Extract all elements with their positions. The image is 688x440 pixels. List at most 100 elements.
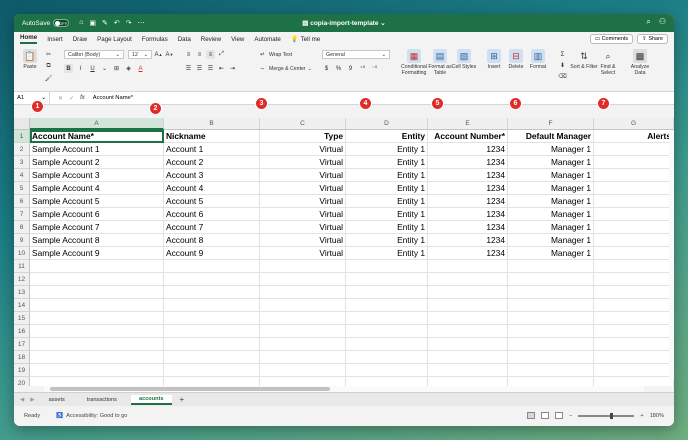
- autosave-toggle[interactable]: OFF: [53, 19, 70, 27]
- table-cell[interactable]: [260, 377, 346, 386]
- zoom-level[interactable]: 180%: [650, 413, 664, 419]
- table-cell[interactable]: [428, 260, 508, 273]
- table-cell[interactable]: [508, 351, 594, 364]
- font-color-icon[interactable]: A: [136, 64, 145, 73]
- comma-style-icon[interactable]: 9: [346, 64, 355, 73]
- function-icon[interactable]: fx: [80, 95, 85, 102]
- table-cell[interactable]: [164, 377, 260, 386]
- increase-decimal-icon[interactable]: ⁺⁰: [358, 64, 367, 73]
- table-cell[interactable]: [594, 208, 674, 221]
- table-cell[interactable]: [260, 273, 346, 286]
- row-header[interactable]: 16: [14, 325, 30, 338]
- table-cell[interactable]: 1234: [428, 234, 508, 247]
- table-cell[interactable]: Manager 1: [508, 195, 594, 208]
- table-cell[interactable]: Sample Account 2: [30, 156, 164, 169]
- increase-indent-icon[interactable]: ⇥: [228, 64, 237, 73]
- tab-automate[interactable]: Automate: [254, 36, 280, 43]
- zoom-slider-knob[interactable]: [610, 412, 614, 419]
- bold-icon[interactable]: B: [64, 64, 73, 73]
- table-cell[interactable]: [594, 143, 674, 156]
- find-select-button[interactable]: ⌕ Find & Select: [594, 49, 622, 77]
- header-cell[interactable]: Default Manager: [508, 130, 594, 143]
- sheet-tab-assets[interactable]: assets: [41, 396, 73, 404]
- table-cell[interactable]: Account 8: [164, 234, 260, 247]
- format-painter-icon[interactable]: 🖌: [44, 74, 53, 83]
- table-cell[interactable]: [508, 338, 594, 351]
- align-bottom-icon[interactable]: ≡: [206, 50, 215, 59]
- table-cell[interactable]: [594, 182, 674, 195]
- save-icon[interactable]: ▣: [89, 19, 96, 27]
- row-header[interactable]: 3: [14, 156, 30, 169]
- table-cell[interactable]: Entity 1: [346, 143, 428, 156]
- prev-sheet-icon[interactable]: ◀: [20, 397, 24, 403]
- table-cell[interactable]: [164, 338, 260, 351]
- align-left-icon[interactable]: ☰: [184, 64, 193, 73]
- table-cell[interactable]: 1234: [428, 143, 508, 156]
- table-cell[interactable]: [428, 273, 508, 286]
- table-cell[interactable]: [346, 351, 428, 364]
- table-cell[interactable]: 1234: [428, 156, 508, 169]
- table-cell[interactable]: 1234: [428, 221, 508, 234]
- table-cell[interactable]: [164, 286, 260, 299]
- row-header[interactable]: 13: [14, 286, 30, 299]
- header-cell[interactable]: Account Number*: [428, 130, 508, 143]
- table-cell[interactable]: Virtual: [260, 182, 346, 195]
- table-cell[interactable]: Virtual: [260, 195, 346, 208]
- table-cell[interactable]: [594, 286, 674, 299]
- table-cell[interactable]: [508, 377, 594, 386]
- italic-icon[interactable]: I: [76, 64, 85, 73]
- comments-button[interactable]: ▭ Comments: [589, 34, 634, 44]
- table-cell[interactable]: [594, 351, 674, 364]
- table-cell[interactable]: [30, 260, 164, 273]
- row-header[interactable]: 4: [14, 169, 30, 182]
- tab-page-layout[interactable]: Page Layout: [97, 36, 132, 43]
- table-cell[interactable]: Manager 1: [508, 247, 594, 260]
- tab-home[interactable]: Home: [20, 34, 38, 44]
- table-cell[interactable]: [260, 364, 346, 377]
- row-header[interactable]: 1: [14, 130, 30, 143]
- table-cell[interactable]: [508, 273, 594, 286]
- header-cell[interactable]: Entity: [346, 130, 428, 143]
- fill-color-icon[interactable]: ◈: [124, 64, 133, 73]
- row-header[interactable]: 14: [14, 299, 30, 312]
- table-cell[interactable]: [260, 325, 346, 338]
- tab-insert[interactable]: Insert: [47, 36, 62, 43]
- table-cell[interactable]: [594, 234, 674, 247]
- table-cell[interactable]: [428, 299, 508, 312]
- font-name-select[interactable]: Calibri (Body) ⌄: [64, 50, 124, 59]
- table-cell[interactable]: [508, 299, 594, 312]
- orientation-icon[interactable]: ⤢: [217, 50, 226, 59]
- table-cell[interactable]: [260, 260, 346, 273]
- row-header[interactable]: 10: [14, 247, 30, 260]
- currency-icon[interactable]: $: [322, 64, 331, 73]
- column-header-f[interactable]: F: [508, 118, 594, 130]
- table-cell[interactable]: Manager 1: [508, 234, 594, 247]
- row-header[interactable]: 18: [14, 351, 30, 364]
- table-cell[interactable]: Sample Account 3: [30, 169, 164, 182]
- table-cell[interactable]: [260, 351, 346, 364]
- table-cell[interactable]: Entity 1: [346, 247, 428, 260]
- table-cell[interactable]: Sample Account 4: [30, 182, 164, 195]
- share-people-icon[interactable]: ⚇: [659, 17, 666, 27]
- header-cell[interactable]: Alerts: [594, 130, 674, 143]
- table-cell[interactable]: [594, 325, 674, 338]
- table-cell[interactable]: [508, 325, 594, 338]
- table-cell[interactable]: Account 5: [164, 195, 260, 208]
- table-cell[interactable]: [594, 169, 674, 182]
- table-cell[interactable]: [30, 312, 164, 325]
- column-header-a[interactable]: A: [30, 118, 164, 130]
- accessibility-status[interactable]: ♿ Accessibility: Good to go: [56, 413, 127, 419]
- table-cell[interactable]: [30, 325, 164, 338]
- table-cell[interactable]: [30, 351, 164, 364]
- cut-icon[interactable]: ✂: [44, 50, 53, 59]
- page-break-view-button[interactable]: [555, 412, 564, 419]
- table-cell[interactable]: [30, 377, 164, 386]
- format-button[interactable]: ▥ Format: [524, 49, 552, 71]
- tab-formulas[interactable]: Formulas: [142, 36, 168, 43]
- decrease-indent-icon[interactable]: ⇤: [217, 64, 226, 73]
- row-header[interactable]: 5: [14, 182, 30, 195]
- row-header[interactable]: 2: [14, 143, 30, 156]
- table-cell[interactable]: 1234: [428, 169, 508, 182]
- sheet-tab-accounts[interactable]: accounts: [130, 394, 172, 405]
- table-cell[interactable]: Account 7: [164, 221, 260, 234]
